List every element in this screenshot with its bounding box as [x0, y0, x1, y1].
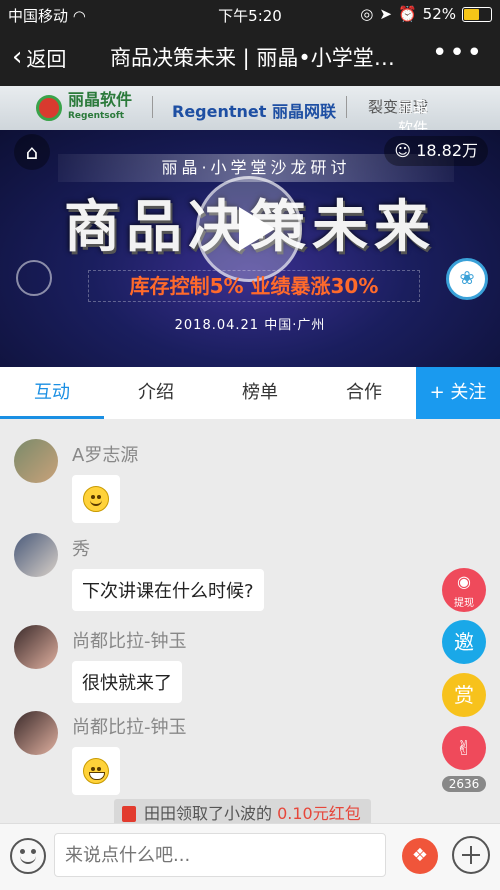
more-menu-button[interactable]: ••• [432, 38, 484, 68]
tab-intro[interactable]: 介绍 [104, 367, 208, 419]
lock-rotation-icon: ◎ [360, 5, 374, 23]
logo-regentnet: Regentnet 丽晶网联 [172, 102, 336, 121]
refresh-icon[interactable] [16, 260, 52, 296]
tab-ranking[interactable]: 榜单 [208, 367, 312, 419]
red-packet-notice: 田田领取了小波的 0.10元红包 [114, 799, 371, 823]
play-button[interactable] [196, 176, 302, 282]
avatar[interactable] [14, 533, 58, 577]
notice-amount: 0.10元红包 [277, 804, 361, 823]
follow-button[interactable]: + 关注 [416, 367, 500, 419]
sender-name: 尚都比拉-钟玉 [72, 717, 187, 738]
divider [346, 96, 347, 118]
battery-icon [462, 6, 492, 22]
avatar[interactable] [14, 711, 58, 755]
reward-button[interactable]: 赏 [442, 673, 486, 717]
home-icon: ⌂ [25, 140, 39, 164]
back-button[interactable]: ‹ 返回 [12, 42, 66, 72]
sender-name: 尚都比拉-钟玉 [72, 631, 187, 652]
home-button[interactable]: ⌂ [14, 134, 50, 170]
money-bag-icon: ◉ [457, 572, 471, 591]
viewer-icon: ☺ [394, 141, 412, 160]
logo-regentsoft: 丽晶软件 Regentsoft [36, 92, 132, 124]
notice-text: 田田领取了小波的 [144, 804, 278, 823]
smile-emoji-icon [72, 475, 120, 523]
banner-slogan: 库存控制5% 业绩暴涨30% [88, 270, 420, 302]
avatar[interactable] [14, 439, 58, 483]
divider [152, 96, 153, 118]
alarm-icon: ⏰ [397, 5, 417, 23]
message-bubble: 很快就来了 [72, 661, 182, 703]
grin-emoji-icon [72, 747, 120, 795]
list-item: A罗志源 [14, 439, 214, 529]
like-button[interactable]: ✌ [442, 726, 486, 770]
input-bar: ❖ [0, 823, 500, 890]
sponsor-strip: 丽晶软件 Regentsoft Regentnet 丽晶网联 裂变星球 丽晶软件 [0, 86, 500, 137]
view-count: ☺ 18.82万 [384, 136, 488, 166]
location-icon: ➤ [379, 5, 392, 23]
battery-percent: 52% [422, 5, 456, 23]
regentsoft-logo-icon [36, 95, 62, 121]
nav-bar: ‹ 返回 商品决策未来 | 丽晶•小学堂沙龙研讨 ••• [0, 28, 500, 86]
list-item: 秀 下次讲课在什么时候? [14, 533, 314, 623]
back-label: 返回 [26, 46, 67, 71]
logo-fission-planet: 裂变星球 丽晶软件 [368, 96, 428, 137]
status-right: ◎ ➤ ⏰ 52% [360, 5, 492, 23]
message-bubble: 下次讲课在什么时候? [72, 569, 264, 611]
tab-bar: 互动 介绍 榜单 合作 + 关注 [0, 367, 500, 419]
add-icon[interactable] [452, 836, 490, 874]
banner-date-place: 2018.04.21 中国·广州 [174, 318, 326, 333]
list-item: 尚都比拉-钟玉 很快就来了 [14, 625, 314, 715]
red-packet-icon [122, 806, 136, 822]
emoji-picker-icon[interactable] [10, 838, 46, 874]
logo1-name: 丽晶软件 [68, 90, 133, 109]
tab-cooperation[interactable]: 合作 [312, 367, 416, 419]
video-banner[interactable]: ⌂ 丽晶·小学堂沙龙研讨 ☺ 18.82万 商品决策未来 库存控制5% 业绩暴涨… [0, 130, 500, 367]
sender-name: 秀 [72, 539, 90, 560]
sender-name: A罗志源 [72, 445, 139, 466]
avatar[interactable] [14, 625, 58, 669]
comment-input[interactable] [54, 833, 386, 877]
gift-icon[interactable]: ❖ [402, 838, 438, 874]
page-title: 商品决策未来 | 丽晶•小学堂沙龙研讨 [110, 46, 400, 70]
view-count-text: 18.82万 [416, 141, 478, 160]
chat-list[interactable]: A罗志源 秀 下次讲课在什么时候? 尚都比拉-钟玉 很快就来了 尚都比拉-钟玉 … [0, 419, 500, 823]
list-item: 尚都比拉-钟玉 [14, 711, 314, 801]
invite-button[interactable]: 邀 [442, 620, 486, 664]
chevron-left-icon: ‹ [12, 42, 23, 72]
status-bar: 中国移动 ◠ 下午5:20 ◎ ➤ ⏰ 52% [0, 0, 500, 28]
logo1-sub: Regentsoft [68, 111, 125, 121]
like-count: 2636 [442, 776, 486, 792]
thumbs-up-icon: ✌ [455, 736, 473, 760]
withdraw-button[interactable]: ◉ 提现 [442, 568, 486, 612]
brand-badge-icon[interactable]: ❀ [446, 258, 488, 300]
tab-interaction[interactable]: 互动 [0, 367, 104, 419]
withdraw-label: 提现 [454, 598, 474, 609]
